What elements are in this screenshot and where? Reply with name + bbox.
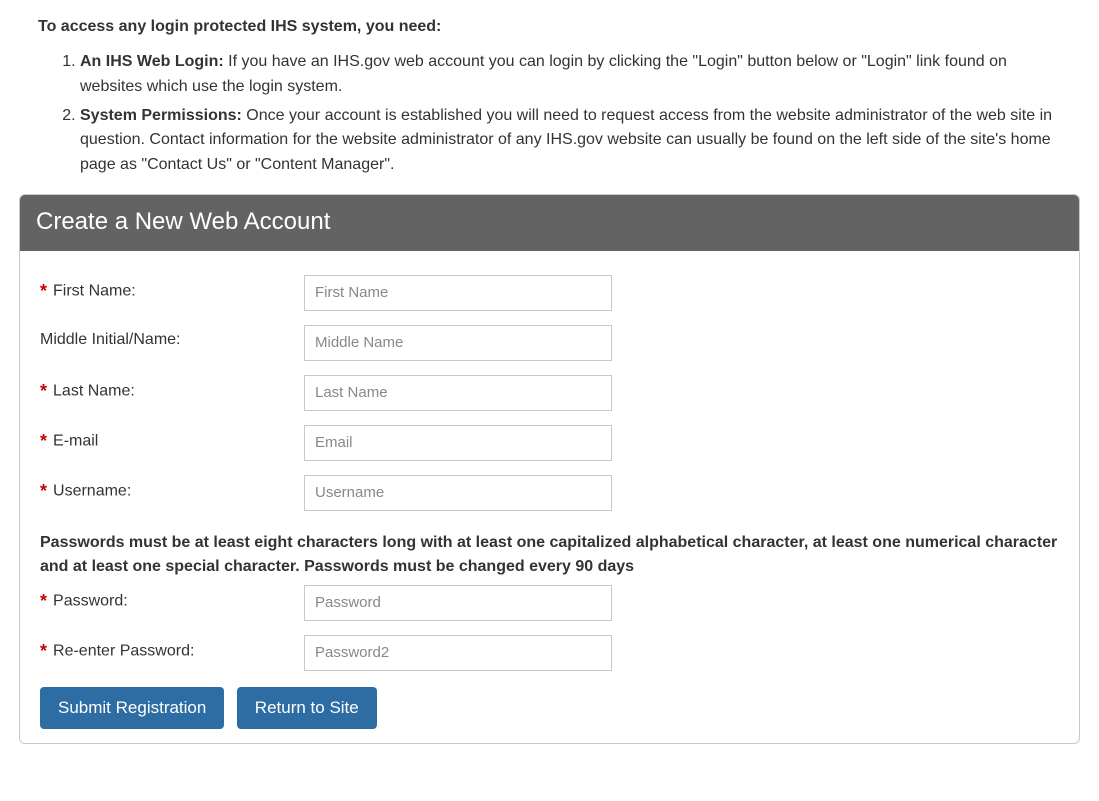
required-marker: *	[40, 641, 47, 662]
instruction-bold: System Permissions:	[80, 107, 242, 124]
middle-name-input[interactable]	[304, 325, 612, 361]
return-to-site-button[interactable]: Return to Site	[237, 687, 377, 729]
password-input[interactable]	[304, 585, 612, 621]
form-row-email: *E-mail	[40, 425, 1059, 461]
username-input[interactable]	[304, 475, 612, 511]
create-account-panel: Create a New Web Account *First Name: Mi…	[19, 194, 1080, 744]
label-username: *Username:	[40, 475, 304, 502]
password-requirements: Passwords must be at least eight charact…	[40, 531, 1059, 579]
label-middle-name: Middle Initial/Name:	[40, 325, 304, 349]
instruction-item: System Permissions: Once your account is…	[80, 104, 1055, 178]
form-row-middle-name: Middle Initial/Name:	[40, 325, 1059, 361]
submit-registration-button[interactable]: Submit Registration	[40, 687, 224, 729]
form-row-last-name: *Last Name:	[40, 375, 1059, 411]
required-marker: *	[40, 381, 47, 402]
registration-form: *First Name: Middle Initial/Name: *Last …	[20, 251, 1079, 729]
form-row-first-name: *First Name:	[40, 275, 1059, 311]
password2-input[interactable]	[304, 635, 612, 671]
first-name-input[interactable]	[304, 275, 612, 311]
form-row-username: *Username:	[40, 475, 1059, 511]
required-marker: *	[40, 591, 47, 612]
panel-title: Create a New Web Account	[20, 195, 1079, 251]
label-password2: *Re-enter Password:	[40, 635, 304, 662]
form-row-password2: *Re-enter Password:	[40, 635, 1059, 671]
label-password: *Password:	[40, 585, 304, 612]
instructions-list: An IHS Web Login: If you have an IHS.gov…	[60, 50, 1085, 178]
last-name-input[interactable]	[304, 375, 612, 411]
intro-heading: To access any login protected IHS system…	[38, 18, 1085, 36]
instruction-item: An IHS Web Login: If you have an IHS.gov…	[80, 50, 1055, 100]
required-marker: *	[40, 281, 47, 302]
required-marker: *	[40, 481, 47, 502]
label-email: *E-mail	[40, 425, 304, 452]
label-first-name: *First Name:	[40, 275, 304, 302]
form-row-password: *Password:	[40, 585, 1059, 621]
button-row: Submit Registration Return to Site	[40, 687, 1059, 729]
instruction-bold: An IHS Web Login:	[80, 53, 224, 70]
label-last-name: *Last Name:	[40, 375, 304, 402]
email-input[interactable]	[304, 425, 612, 461]
required-marker: *	[40, 431, 47, 452]
